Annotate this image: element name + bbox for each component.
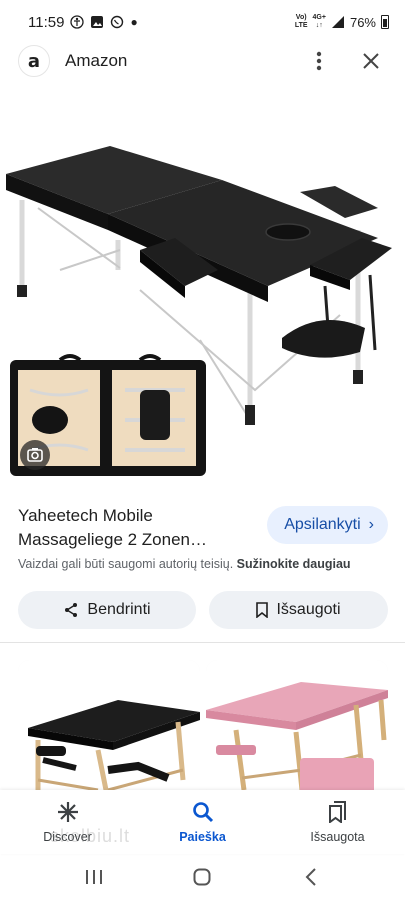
network-type: 4G+: [312, 14, 326, 21]
search-icon: [191, 800, 215, 824]
copyright-text: Vaizdai gali būti saugomi autorių teisių…: [18, 557, 234, 571]
data-arrows-icon: ↓↑: [315, 22, 323, 29]
status-time: 11:59: [28, 13, 65, 31]
related-image-card[interactable]: [18, 660, 200, 800]
share-button[interactable]: Bendrinti: [18, 591, 196, 629]
nav-item-saved[interactable]: Išsaugota: [270, 790, 405, 854]
close-button[interactable]: [357, 47, 385, 75]
site-name[interactable]: Amazon: [65, 51, 305, 71]
save-button[interactable]: Išsaugoti: [209, 591, 388, 629]
home-icon: [193, 868, 211, 886]
recents-icon: [86, 870, 103, 884]
back-icon: [305, 868, 316, 886]
visit-label: Apsilankyti: [284, 516, 361, 533]
save-label: Išsaugoti: [276, 601, 341, 618]
system-nav-bar: [0, 854, 405, 900]
visit-button[interactable]: Apsilankyti ›: [267, 506, 388, 544]
recent-apps-button[interactable]: [79, 862, 109, 892]
viber-icon: [111, 15, 124, 29]
product-image[interactable]: [0, 90, 405, 490]
volte-indicator: Vo) LTE: [295, 14, 308, 30]
copyright-notice: Vaizdai gali būti saugomi autorių teisių…: [18, 557, 351, 571]
product-title[interactable]: Yaheetech Mobile Massageliege 2 Zonen…: [18, 504, 240, 552]
volte-line1: Vo): [295, 14, 307, 21]
related-image-card[interactable]: [206, 660, 388, 800]
source-header: a Amazon: [0, 40, 405, 82]
logo-letter: a: [27, 50, 41, 72]
close-icon: [363, 53, 379, 69]
gallery-icon: [91, 16, 104, 28]
battery-percent: 76%: [349, 14, 376, 30]
saved-icon: [326, 800, 350, 824]
mobile-data-indicator: 4G+ ↓↑: [313, 14, 326, 30]
nav-label-saved: Išsaugota: [310, 830, 365, 844]
back-button[interactable]: [296, 862, 326, 892]
more-options-button[interactable]: [305, 47, 333, 75]
nav-label-search: Paieška: [179, 830, 226, 844]
divider: [0, 642, 405, 643]
accessibility-icon: [70, 15, 85, 29]
more-vert-icon: [316, 51, 322, 71]
share-label: Bendrinti: [87, 601, 151, 618]
status-left: 11:59 ●: [28, 14, 138, 31]
amazon-logo[interactable]: a: [18, 45, 50, 77]
lens-icon: [27, 448, 43, 462]
status-bar: 11:59 ● Vo) LTE 4G+ ↓↑ 76%: [0, 0, 405, 44]
chevron-right-icon: ›: [368, 516, 374, 533]
battery-icon: [381, 15, 389, 29]
status-right: Vo) LTE 4G+ ↓↑ 76%: [295, 14, 389, 30]
learn-more-link[interactable]: Sužinokite daugiau: [237, 557, 351, 571]
volte-line2: LTE: [294, 22, 308, 29]
signal-icon: [331, 16, 344, 28]
notification-dot-icon: ●: [130, 15, 138, 29]
asterisk-icon: [56, 800, 80, 824]
lens-search-button[interactable]: [20, 440, 50, 470]
product-info: Yaheetech Mobile Massageliege 2 Zonen… A…: [18, 504, 388, 552]
massage-table-illustration: [6, 146, 392, 476]
related-table-pink-image: [206, 660, 388, 800]
home-button[interactable]: [187, 862, 217, 892]
share-icon: [65, 603, 78, 617]
related-table-black-image: [18, 660, 200, 800]
bookmark-icon: [256, 602, 269, 618]
watermark: skelbiu.lt: [50, 826, 131, 846]
nav-item-search[interactable]: Paieška: [135, 790, 270, 854]
